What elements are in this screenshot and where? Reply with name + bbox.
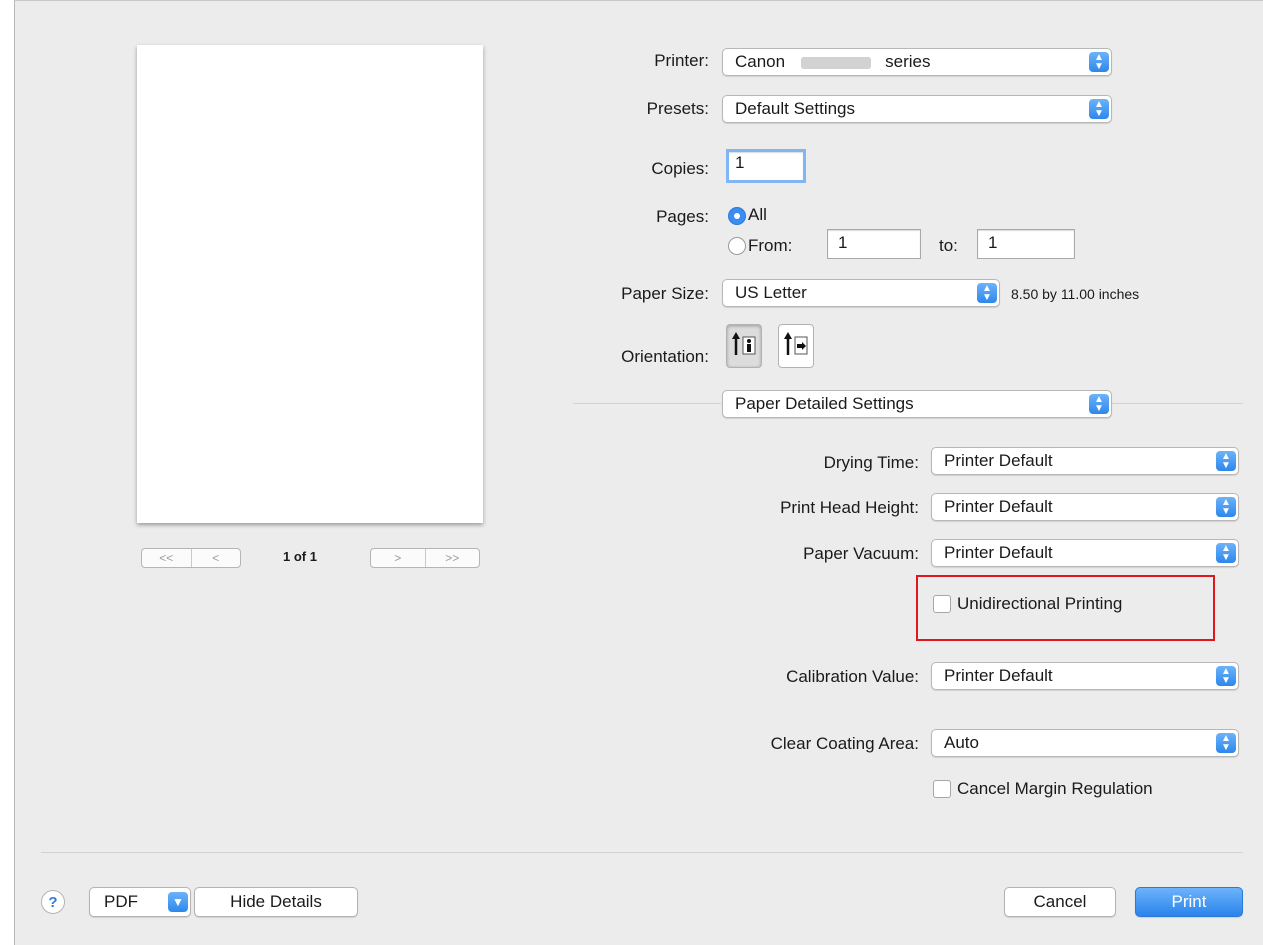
orientation-label: Orientation: (621, 347, 709, 366)
printer-popup[interactable]: Canon series ▲ ▼ (722, 48, 1112, 76)
separator-left (573, 403, 721, 404)
chevron-updown-icon: ▲ ▼ (1216, 733, 1236, 753)
paper-vacuum-label: Paper Vacuum: (803, 544, 919, 563)
pages-to-field[interactable]: 1 (977, 229, 1075, 259)
printer-name-suffix: series (885, 52, 931, 71)
portrait-icon (732, 332, 756, 355)
clear-coating-area-label: Clear Coating Area: (770, 734, 919, 753)
print-button[interactable]: Print (1135, 887, 1243, 917)
help-icon[interactable]: ? (41, 890, 65, 914)
pages-to-label: to: (939, 236, 958, 255)
landscape-icon (784, 332, 808, 355)
presets-label: Presets: (646, 99, 709, 118)
preview-back-nav: << < (141, 548, 241, 568)
presets-popup[interactable]: Default Settings ▲ ▼ (722, 95, 1112, 123)
chevron-updown-icon: ▲ ▼ (1089, 99, 1109, 119)
footer-separator (41, 852, 1243, 853)
chevron-updown-icon: ▲ ▼ (1089, 52, 1109, 72)
drying-time-label: Drying Time: (823, 453, 919, 472)
unidirectional-label: Unidirectional Printing (957, 594, 1123, 613)
chevron-updown-icon: ▲ ▼ (1216, 543, 1236, 563)
calibration-value-value: Printer Default (944, 666, 1053, 685)
printer-label: Printer: (654, 51, 709, 70)
last-page-button[interactable]: >> (424, 549, 480, 567)
paper-size-popup[interactable]: US Letter ▲ ▼ (722, 279, 1000, 307)
pdf-label: PDF (104, 892, 138, 911)
clear-coating-area-popup[interactable]: Auto ▲ ▼ (931, 729, 1239, 757)
paper-vacuum-value: Printer Default (944, 543, 1053, 562)
cancel-margin-checkbox[interactable] (933, 780, 951, 798)
print-head-height-popup[interactable]: Printer Default ▲ ▼ (931, 493, 1239, 521)
drying-time-value: Printer Default (944, 451, 1053, 470)
pages-from-radio[interactable] (728, 237, 746, 255)
copies-label: Copies: (651, 159, 709, 178)
portrait-orientation-button[interactable] (726, 324, 762, 368)
separator-right (1111, 403, 1243, 404)
unidirectional-checkbox[interactable] (933, 595, 951, 613)
chevron-updown-icon: ▲ ▼ (1216, 497, 1236, 517)
chevron-updown-icon: ▲ ▼ (1216, 451, 1236, 471)
printer-name-prefix: Canon (735, 52, 786, 71)
calibration-value-popup[interactable]: Printer Default ▲ ▼ (931, 662, 1239, 690)
pages-from-field[interactable]: 1 (827, 229, 921, 259)
paper-size-label: Paper Size: (621, 284, 709, 303)
panel-value: Paper Detailed Settings (735, 394, 914, 413)
cancel-button[interactable]: Cancel (1004, 887, 1116, 917)
next-page-button[interactable]: > (371, 549, 425, 567)
pages-label: Pages: (656, 207, 709, 226)
pdf-menu-button[interactable]: PDF ▼ (89, 887, 191, 917)
pages-all-label: All (748, 205, 767, 224)
presets-value: Default Settings (735, 99, 856, 118)
pages-all-radio[interactable] (728, 207, 746, 225)
preview-forward-nav: > >> (370, 548, 480, 568)
chevron-updown-icon: ▲ ▼ (977, 283, 997, 303)
chevron-updown-icon: ▲ ▼ (1216, 666, 1236, 686)
paper-vacuum-popup[interactable]: Printer Default ▲ ▼ (931, 539, 1239, 567)
page-preview (137, 45, 483, 523)
clear-coating-area-value: Auto (944, 733, 979, 752)
paper-size-value: US Letter (735, 283, 807, 302)
pages-from-label: From: (748, 236, 793, 255)
previous-page-button[interactable]: < (190, 549, 241, 567)
paper-dimensions: 8.50 by 11.00 inches (1011, 286, 1140, 302)
panel-popup[interactable]: Paper Detailed Settings ▲ ▼ (722, 390, 1112, 418)
redacted-model (801, 56, 872, 69)
print-dialog: << < 1 of 1 > >> Printer: Canon series ▲ ▼… (14, 0, 1263, 945)
calibration-value-label: Calibration Value: (786, 667, 919, 686)
cancel-margin-label: Cancel Margin Regulation (957, 779, 1153, 798)
copies-field[interactable]: 1 (726, 149, 806, 183)
chevron-updown-icon: ▲ ▼ (1089, 394, 1109, 414)
hide-details-button[interactable]: Hide Details (194, 887, 358, 917)
landscape-orientation-button[interactable] (778, 324, 814, 368)
print-head-height-label: Print Head Height: (780, 498, 919, 517)
print-head-height-value: Printer Default (944, 497, 1053, 516)
drying-time-popup[interactable]: Printer Default ▲ ▼ (931, 447, 1239, 475)
chevron-down-icon: ▼ (168, 892, 188, 912)
page-indicator: 1 of 1 (283, 549, 317, 564)
first-page-button[interactable]: << (142, 549, 191, 567)
